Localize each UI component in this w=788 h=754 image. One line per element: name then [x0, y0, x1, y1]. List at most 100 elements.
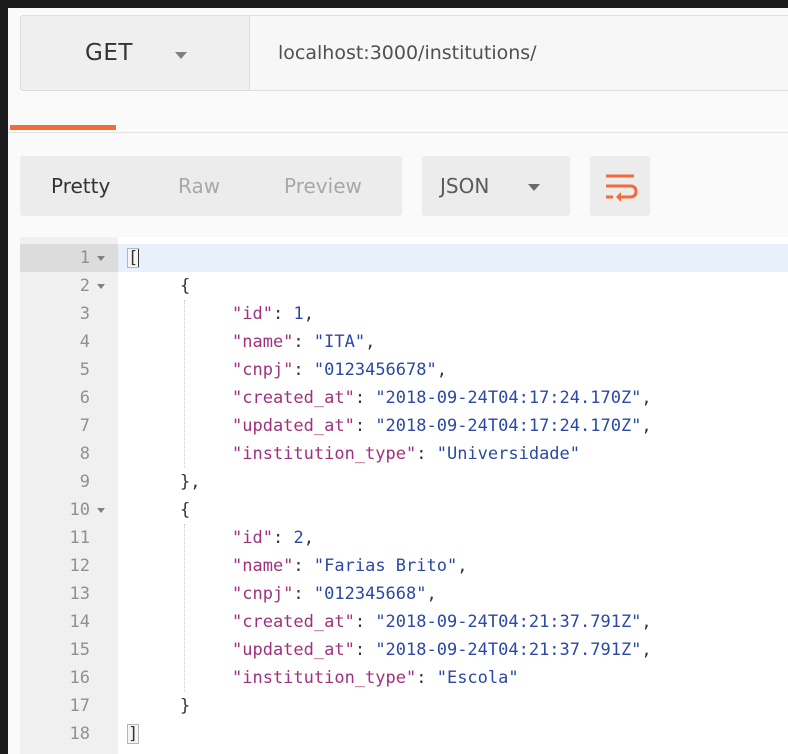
line-number: 2 [20, 272, 118, 300]
code-line: 15 "updated_at": "2018-09-24T04:21:37.791… [20, 636, 788, 664]
line-number: 16 [20, 664, 118, 692]
url-text: localhost:3000/institutions/ [278, 42, 537, 64]
view-mode-group: Pretty Raw Preview [20, 156, 402, 216]
json-punctuation: : [293, 556, 314, 576]
wrap-lines-button[interactable] [590, 156, 650, 216]
json-value: "0123456678" [313, 360, 437, 380]
indent-guide [184, 300, 185, 468]
code-text: } [180, 692, 190, 720]
fold-toggle-icon[interactable] [97, 256, 105, 261]
json-punctuation: { [180, 500, 191, 520]
json-key: "institution_type" [232, 444, 417, 464]
code-text: [ [126, 244, 140, 272]
line-number: 1 [20, 244, 118, 272]
json-punctuation: : [272, 528, 294, 548]
line-number: 18 [20, 720, 118, 748]
code-line: 14 "created_at": "2018-09-24T04:21:37.791… [20, 608, 788, 636]
indent-guide [184, 524, 185, 692]
json-value: "Farias Brito" [313, 556, 458, 576]
line-number: 6 [20, 384, 118, 412]
line-number-text: 18 [69, 724, 90, 744]
json-punctuation: : [293, 332, 314, 352]
json-punctuation: [ [126, 248, 140, 268]
code-line: 12 "name": "Farias Brito", [20, 552, 788, 580]
code-text: }, [180, 468, 200, 496]
json-punctuation: , [641, 388, 652, 408]
line-number: 7 [20, 412, 118, 440]
line-number-text: 1 [79, 248, 90, 268]
line-number-text: 2 [79, 276, 90, 296]
json-punctuation: , [457, 556, 468, 576]
response-body-editor[interactable]: 1[2{3 "id": 1, 4 "name": "ITA", 5 "cnpj": "01… [20, 237, 788, 754]
line-number: 10 [20, 496, 118, 524]
json-punctuation: : [354, 388, 376, 408]
line-number-text: 8 [79, 444, 90, 464]
chevron-down-icon [175, 52, 187, 59]
json-punctuation: , [436, 360, 447, 380]
code-text: "name": "ITA", [232, 328, 375, 356]
line-number-text: 9 [79, 472, 90, 492]
json-value: "ITA" [313, 332, 366, 352]
json-punctuation: , [303, 304, 314, 324]
json-punctuation: , [641, 416, 652, 436]
text-cursor [138, 249, 140, 267]
postman-panel: GET localhost:3000/institutions/ Pretty … [8, 8, 788, 754]
json-punctuation: , [303, 528, 314, 548]
code-line: 1[ [20, 244, 788, 272]
line-number-text: 15 [69, 640, 90, 660]
response-tab-strip [8, 112, 788, 133]
code-line: 11 "id": 2, [20, 524, 788, 552]
json-value: "Universidade" [436, 444, 581, 464]
pretty-view-button[interactable]: Pretty [51, 174, 110, 198]
json-key: "name" [232, 556, 294, 576]
line-number: 9 [20, 468, 118, 496]
code-line: 10 { [20, 496, 788, 524]
line-number: 5 [20, 356, 118, 384]
json-value: "012345668" [313, 584, 427, 604]
raw-view-button[interactable]: Raw [178, 174, 220, 198]
code-text: "id": 1, [232, 300, 314, 328]
json-punctuation: { [180, 276, 191, 296]
json-key: "updated_at" [232, 416, 355, 436]
method-label: GET [85, 40, 133, 66]
chevron-down-icon [528, 184, 540, 191]
json-value: "2018-09-24T04:17:24.170Z" [375, 388, 642, 408]
code-line: 3 "id": 1, [20, 300, 788, 328]
wrap-lines-icon [606, 174, 638, 202]
line-number-text: 13 [69, 584, 90, 604]
json-value: "2018-09-24T04:17:24.170Z" [375, 416, 642, 436]
line-number-text: 4 [79, 332, 90, 352]
code-text: { [180, 496, 190, 524]
json-value: 2 [293, 528, 304, 548]
line-number: 13 [20, 580, 118, 608]
json-value: "2018-09-24T04:21:37.791Z" [375, 612, 642, 632]
line-number-text: 11 [69, 528, 90, 548]
json-punctuation: : [354, 612, 376, 632]
code-text: "created_at": "2018-09-24T04:17:24.170Z"… [232, 384, 652, 412]
code-text: "created_at": "2018-09-24T04:21:37.791Z"… [232, 608, 652, 636]
fold-toggle-icon[interactable] [97, 508, 105, 513]
line-number: 17 [20, 692, 118, 720]
json-punctuation: , [365, 332, 376, 352]
json-punctuation: , [426, 584, 437, 604]
preview-view-button[interactable]: Preview [284, 174, 362, 198]
code-text: "name": "Farias Brito", [232, 552, 467, 580]
method-dropdown[interactable]: GET [20, 15, 250, 91]
json-punctuation: } [180, 696, 191, 716]
line-number: 4 [20, 328, 118, 356]
json-key: "cnpj" [232, 360, 294, 380]
url-input[interactable]: localhost:3000/institutions/ [249, 15, 788, 91]
code-line: 9}, [20, 468, 788, 496]
json-key: "institution_type" [232, 668, 417, 688]
format-label: JSON [440, 174, 490, 198]
line-number-text: 10 [69, 500, 90, 520]
fold-toggle-icon[interactable] [97, 284, 105, 289]
line-number-text: 5 [79, 360, 90, 380]
code-line: 5 "cnpj": "0123456678", [20, 356, 788, 384]
line-number: 8 [20, 440, 118, 468]
format-dropdown[interactable]: JSON [422, 156, 570, 216]
json-punctuation: : [293, 584, 314, 604]
json-key: "name" [232, 332, 294, 352]
code-text: { [180, 272, 190, 300]
code-text: "id": 2, [232, 524, 314, 552]
